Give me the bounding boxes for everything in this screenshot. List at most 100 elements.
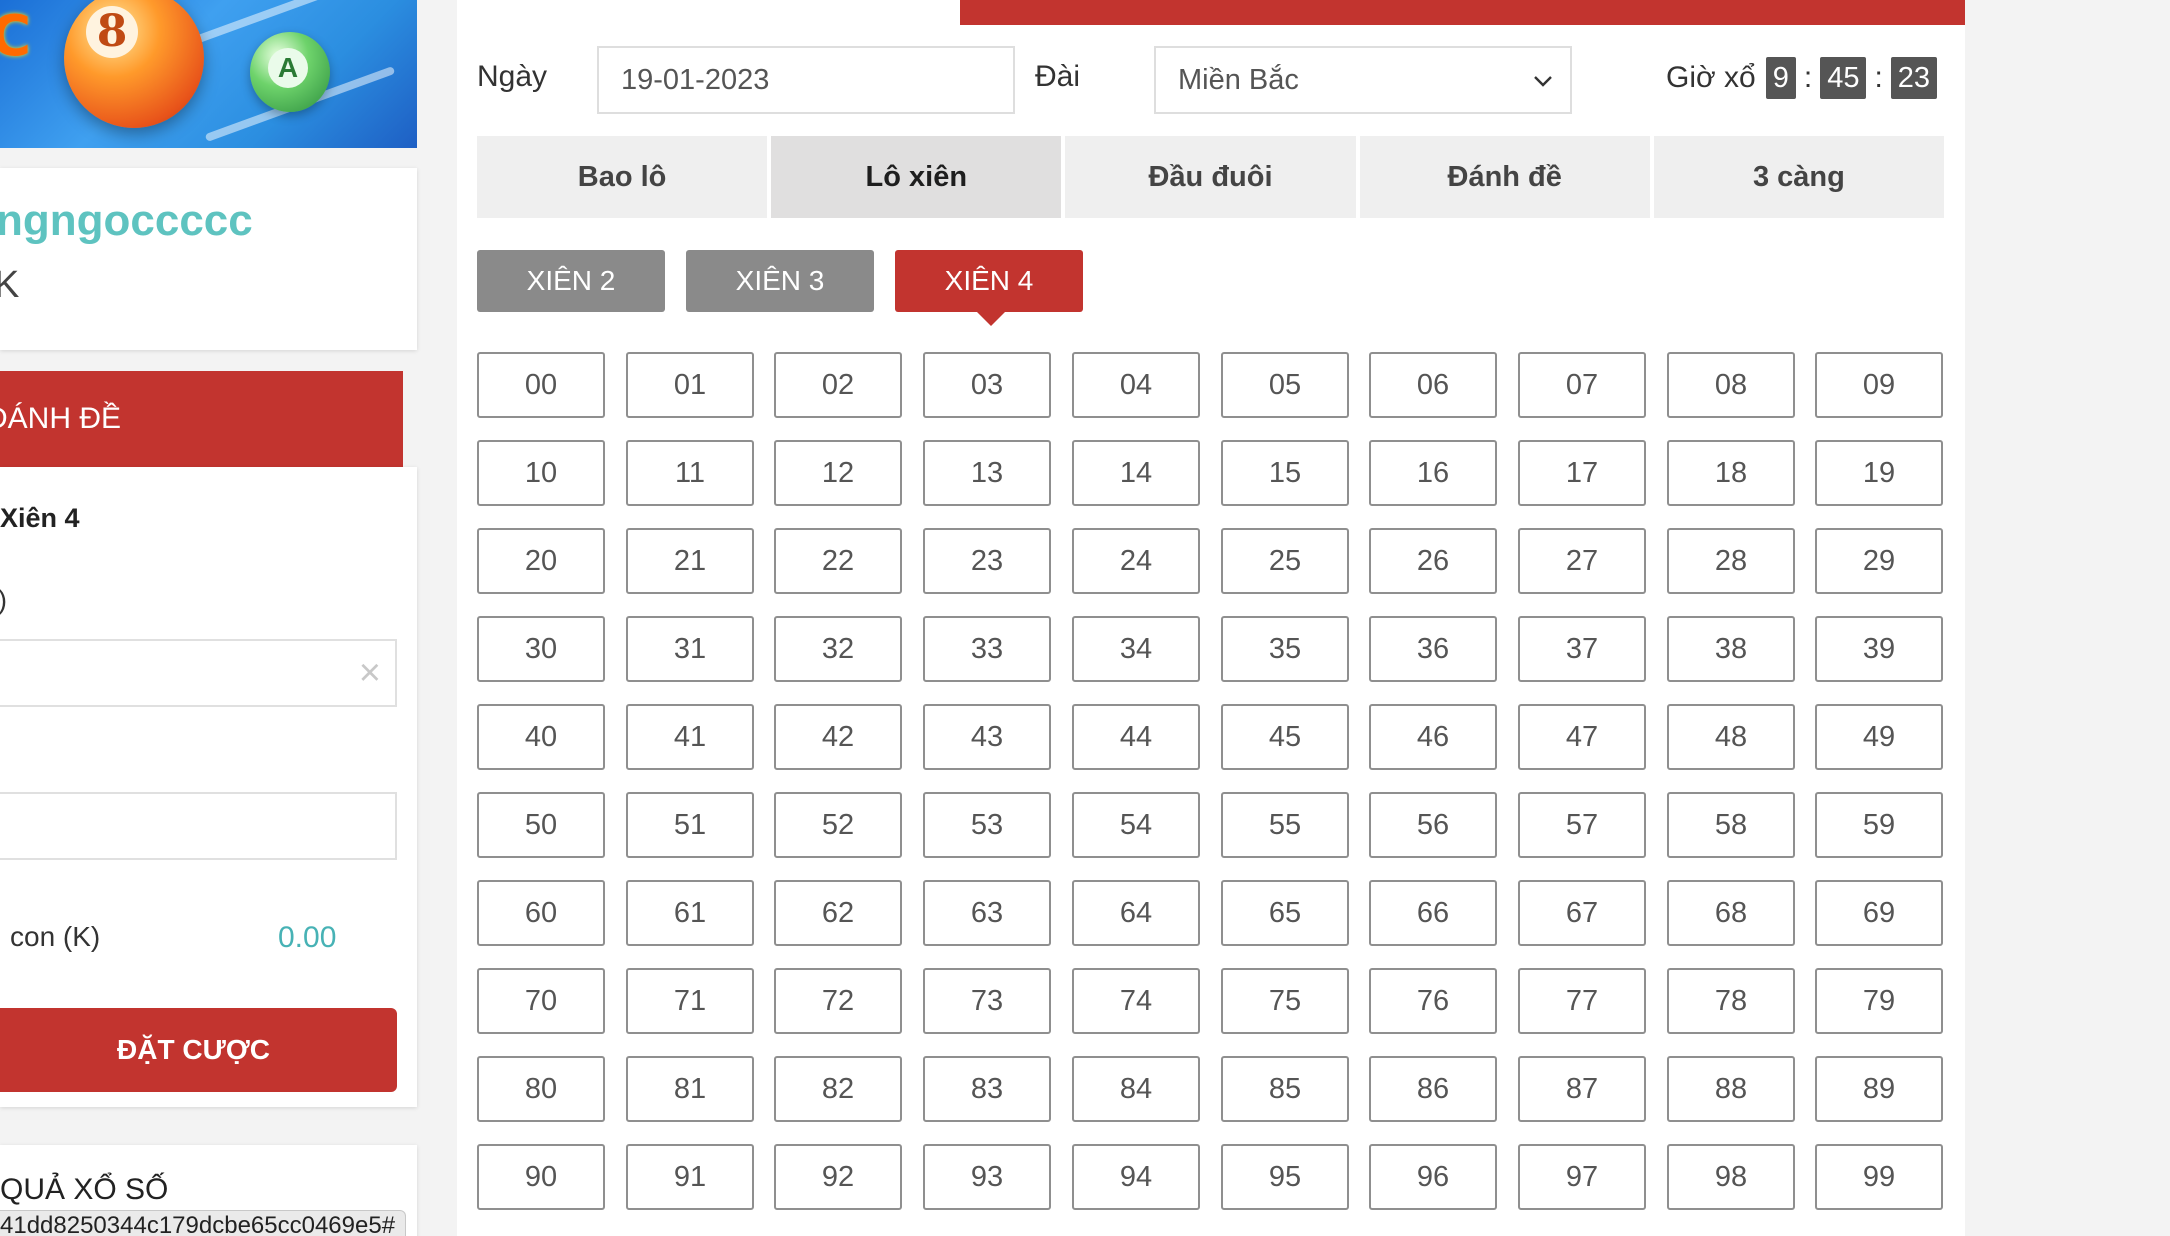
tab-3-cang[interactable]: 3 càng (1653, 136, 1945, 218)
number-button[interactable]: 01 (626, 352, 754, 418)
number-button[interactable]: 33 (923, 616, 1051, 682)
number-button[interactable]: 78 (1667, 968, 1795, 1034)
number-button[interactable]: 26 (1369, 528, 1497, 594)
number-button[interactable]: 60 (477, 880, 605, 946)
number-button[interactable]: 51 (626, 792, 754, 858)
top-tab-active-strip[interactable] (960, 0, 1965, 25)
number-button[interactable]: 84 (1072, 1056, 1200, 1122)
number-button[interactable]: 05 (1221, 352, 1349, 418)
number-button[interactable]: 47 (1518, 704, 1646, 770)
number-button[interactable]: 61 (626, 880, 754, 946)
number-button[interactable]: 30 (477, 616, 605, 682)
promo-banner[interactable]: C 8 A (0, 0, 417, 148)
subtab-xien-2[interactable]: XIÊN 2 (477, 250, 665, 312)
number-button[interactable]: 16 (1369, 440, 1497, 506)
number-button[interactable]: 81 (626, 1056, 754, 1122)
number-button[interactable]: 75 (1221, 968, 1349, 1034)
number-button[interactable]: 20 (477, 528, 605, 594)
number-button[interactable]: 66 (1369, 880, 1497, 946)
number-button[interactable]: 88 (1667, 1056, 1795, 1122)
number-button[interactable]: 77 (1518, 968, 1646, 1034)
number-button[interactable]: 42 (774, 704, 902, 770)
number-button[interactable]: 28 (1667, 528, 1795, 594)
number-button[interactable]: 48 (1667, 704, 1795, 770)
number-button[interactable]: 45 (1221, 704, 1349, 770)
number-button[interactable]: 35 (1221, 616, 1349, 682)
tab-danh-de[interactable]: Đánh đề (1359, 136, 1650, 218)
tab-lo-xien[interactable]: Lô xiên (771, 136, 1062, 218)
number-button[interactable]: 23 (923, 528, 1051, 594)
tab-dau-duoi[interactable]: Đầu đuôi (1065, 136, 1356, 218)
number-button[interactable]: 07 (1518, 352, 1646, 418)
selected-numbers-field[interactable]: × (0, 639, 397, 707)
number-button[interactable]: 46 (1369, 704, 1497, 770)
number-button[interactable]: 04 (1072, 352, 1200, 418)
number-button[interactable]: 82 (774, 1056, 902, 1122)
number-button[interactable]: 67 (1518, 880, 1646, 946)
number-button[interactable]: 70 (477, 968, 605, 1034)
number-button[interactable]: 55 (1221, 792, 1349, 858)
number-button[interactable]: 15 (1221, 440, 1349, 506)
number-button[interactable]: 90 (477, 1144, 605, 1210)
number-button[interactable]: 89 (1815, 1056, 1943, 1122)
number-button[interactable]: 08 (1667, 352, 1795, 418)
number-button[interactable]: 74 (1072, 968, 1200, 1034)
number-button[interactable]: 09 (1815, 352, 1943, 418)
number-button[interactable]: 38 (1667, 616, 1795, 682)
number-button[interactable]: 86 (1369, 1056, 1497, 1122)
number-button[interactable]: 96 (1369, 1144, 1497, 1210)
number-button[interactable]: 12 (774, 440, 902, 506)
number-button[interactable]: 64 (1072, 880, 1200, 946)
number-button[interactable]: 56 (1369, 792, 1497, 858)
number-button[interactable]: 62 (774, 880, 902, 946)
number-button[interactable]: 17 (1518, 440, 1646, 506)
number-button[interactable]: 37 (1518, 616, 1646, 682)
number-button[interactable]: 85 (1221, 1056, 1349, 1122)
number-button[interactable]: 59 (1815, 792, 1943, 858)
number-button[interactable]: 11 (626, 440, 754, 506)
number-button[interactable]: 22 (774, 528, 902, 594)
number-button[interactable]: 41 (626, 704, 754, 770)
subtab-xien-4[interactable]: XIÊN 4 (895, 250, 1083, 326)
number-button[interactable]: 21 (626, 528, 754, 594)
number-button[interactable]: 50 (477, 792, 605, 858)
number-button[interactable]: 93 (923, 1144, 1051, 1210)
number-button[interactable]: 02 (774, 352, 902, 418)
number-button[interactable]: 44 (1072, 704, 1200, 770)
number-button[interactable]: 92 (774, 1144, 902, 1210)
number-button[interactable]: 39 (1815, 616, 1943, 682)
number-button[interactable]: 71 (626, 968, 754, 1034)
number-button[interactable]: 72 (774, 968, 902, 1034)
number-button[interactable]: 73 (923, 968, 1051, 1034)
number-button[interactable]: 13 (923, 440, 1051, 506)
number-button[interactable]: 34 (1072, 616, 1200, 682)
number-button[interactable]: 29 (1815, 528, 1943, 594)
number-button[interactable]: 94 (1072, 1144, 1200, 1210)
number-button[interactable]: 54 (1072, 792, 1200, 858)
subtab-xien-3[interactable]: XIÊN 3 (686, 250, 874, 312)
number-button[interactable]: 76 (1369, 968, 1497, 1034)
number-button[interactable]: 68 (1667, 880, 1795, 946)
number-button[interactable]: 87 (1518, 1056, 1646, 1122)
number-button[interactable]: 25 (1221, 528, 1349, 594)
close-icon[interactable]: × (359, 651, 381, 695)
number-button[interactable]: 63 (923, 880, 1051, 946)
number-button[interactable]: 69 (1815, 880, 1943, 946)
number-button[interactable]: 83 (923, 1056, 1051, 1122)
date-input[interactable]: 19-01-2023 (597, 46, 1015, 114)
number-button[interactable]: 36 (1369, 616, 1497, 682)
station-select[interactable]: Miền Bắc (1154, 46, 1572, 114)
number-button[interactable]: 14 (1072, 440, 1200, 506)
number-button[interactable]: 57 (1518, 792, 1646, 858)
number-button[interactable]: 40 (477, 704, 605, 770)
number-button[interactable]: 91 (626, 1144, 754, 1210)
number-button[interactable]: 52 (774, 792, 902, 858)
number-button[interactable]: 27 (1518, 528, 1646, 594)
number-button[interactable]: 80 (477, 1056, 605, 1122)
number-button[interactable]: 98 (1667, 1144, 1795, 1210)
bet-amount-field[interactable] (0, 792, 397, 860)
number-button[interactable]: 00 (477, 352, 605, 418)
number-button[interactable]: 79 (1815, 968, 1943, 1034)
number-button[interactable]: 19 (1815, 440, 1943, 506)
place-bet-button[interactable]: ĐẶT CƯỢC (0, 1008, 397, 1092)
